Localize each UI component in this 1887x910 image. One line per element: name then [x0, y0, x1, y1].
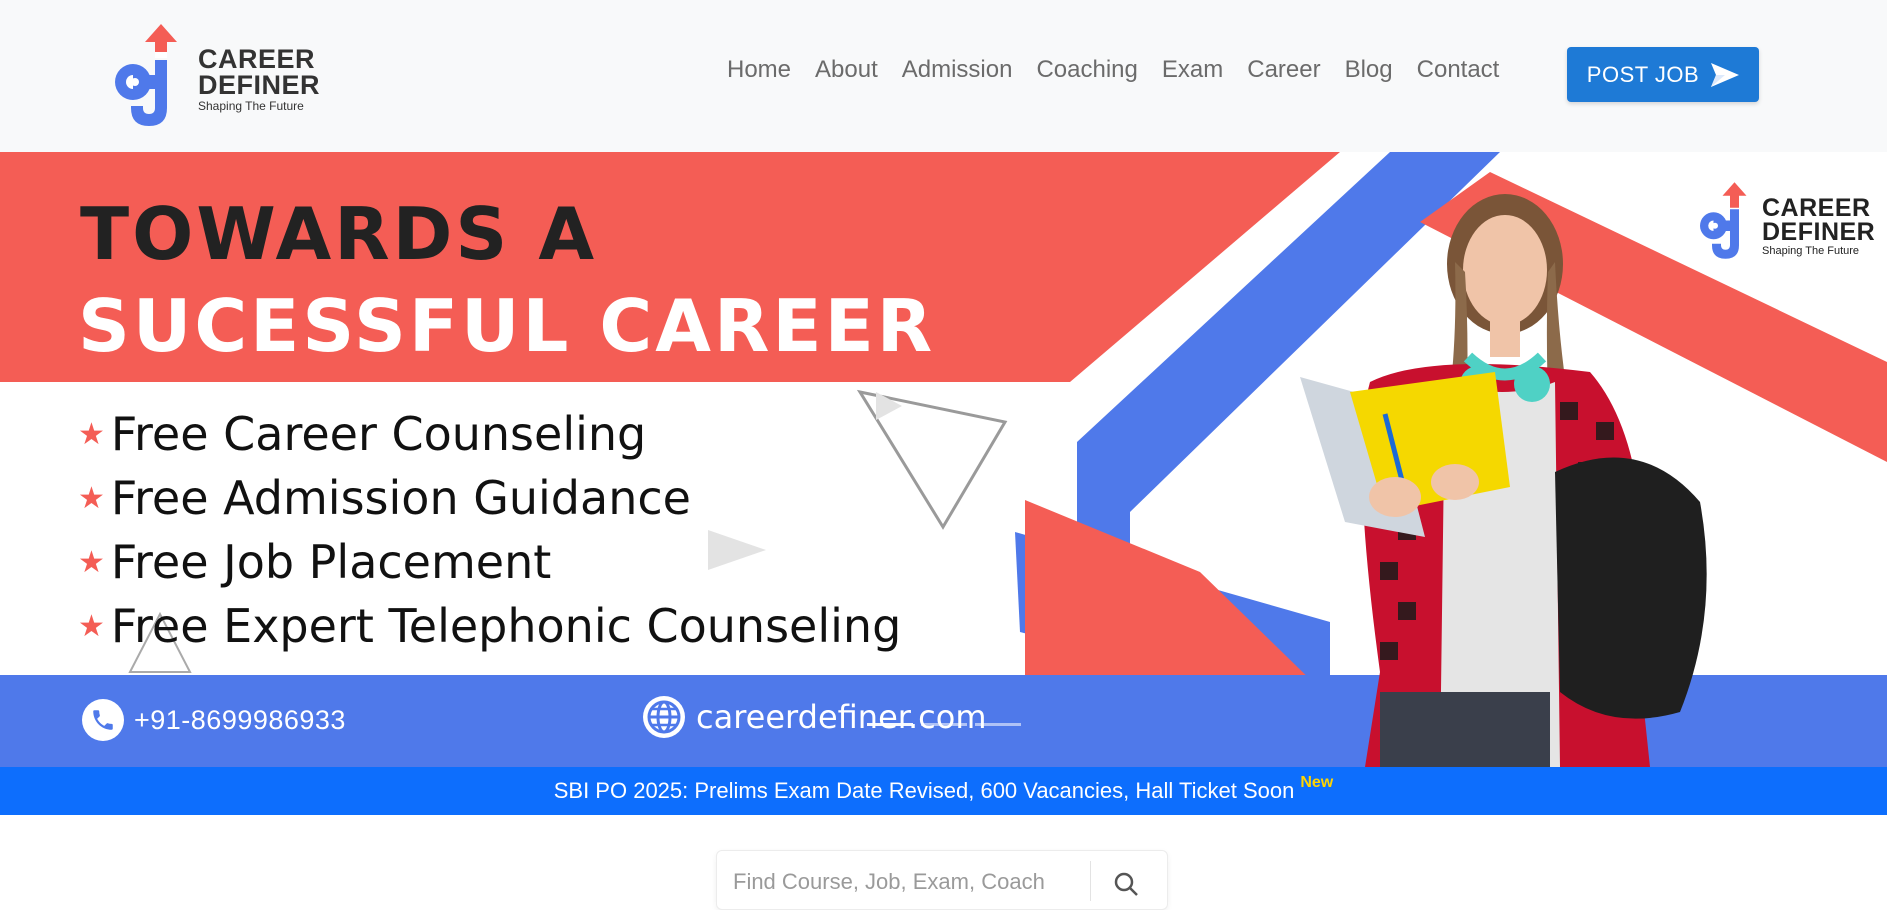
feature-item: ★ Free Career Counseling: [78, 402, 901, 466]
banner-logo-wordmark: CAREER DEFINER Shaping The Future: [1762, 196, 1875, 257]
feature-item: ★ Free Job Placement: [78, 530, 901, 594]
new-badge: New: [1300, 774, 1334, 791]
banner-website: careerdefiner.com: [642, 695, 986, 739]
logo-icon: [115, 24, 177, 126]
nav-home[interactable]: Home: [727, 56, 791, 84]
star-icon: ★: [78, 481, 105, 515]
feature-text: Free Admission Guidance: [110, 471, 691, 525]
post-job-label: POST JOB: [1586, 61, 1700, 87]
banner-headline-line2: SUCESSFUL CAREER: [78, 284, 936, 368]
banner-logo: CAREER DEFINER Shaping The Future: [1700, 172, 1875, 272]
carousel-indicator[interactable]: [920, 723, 967, 726]
nav-coaching[interactable]: Coaching: [1036, 56, 1137, 84]
search-icon[interactable]: [1113, 871, 1139, 897]
feature-text: Free Expert Telephonic Counseling: [110, 599, 902, 653]
send-icon: [1711, 62, 1740, 87]
search-divider: [1090, 861, 1091, 901]
logo-tagline: Shaping The Future: [198, 99, 304, 113]
globe-icon: [643, 696, 685, 738]
nav-career[interactable]: Career: [1247, 56, 1320, 84]
carousel-indicator[interactable]: [974, 723, 1021, 726]
star-icon: ★: [78, 609, 105, 643]
logo-line2: DEFINER: [198, 70, 321, 100]
search-box: [716, 850, 1168, 910]
logo-icon: [1700, 182, 1747, 259]
feature-text: Free Job Placement: [110, 535, 552, 589]
star-icon: ★: [78, 417, 105, 451]
banner-headline-line1: TOWARDS A: [80, 192, 598, 276]
nav-admission[interactable]: Admission: [902, 56, 1013, 84]
hero-banner[interactable]: TOWARDS A SUCESSFUL CAREER ★ Free Career…: [0, 152, 1887, 767]
logo-line1: CAREER: [198, 44, 316, 74]
news-ticker[interactable]: SBI PO 2025: Prelims Exam Date Revised, …: [0, 767, 1887, 815]
carousel-indicator[interactable]: [866, 723, 913, 726]
carousel-indicators: [0, 723, 1887, 726]
main-nav: Home About Admission Coaching Exam Caree…: [727, 56, 1523, 84]
site-header: CAREER DEFINER Shaping The Future Home A…: [0, 0, 1887, 152]
nav-blog[interactable]: Blog: [1345, 56, 1393, 84]
star-icon: ★: [78, 545, 105, 579]
feature-text: Free Career Counseling: [110, 407, 647, 461]
logo-wordmark: CAREER DEFINER Shaping The Future: [198, 44, 321, 113]
nav-exam[interactable]: Exam: [1162, 56, 1223, 84]
nav-contact[interactable]: Contact: [1417, 56, 1500, 84]
banner-phone: +91-8699986933: [82, 699, 346, 741]
post-job-button[interactable]: POST JOB: [1567, 47, 1759, 102]
nav-about[interactable]: About: [815, 56, 878, 84]
banner-logo-tagline: Shaping The Future: [1762, 245, 1860, 257]
search-input[interactable]: [733, 869, 1093, 895]
phone-number: +91-8699986933: [134, 704, 346, 735]
banner-logo-line2: DEFINER: [1762, 218, 1876, 246]
website-url: careerdefiner.com: [696, 698, 987, 736]
phone-icon: [82, 699, 124, 741]
ticker-text[interactable]: SBI PO 2025: Prelims Exam Date Revised, …: [554, 778, 1295, 804]
site-logo[interactable]: CAREER DEFINER Shaping The Future: [115, 22, 325, 132]
feature-item: ★ Free Expert Telephonic Counseling: [78, 594, 901, 658]
feature-item: ★ Free Admission Guidance: [78, 466, 901, 530]
feature-list: ★ Free Career Counseling ★ Free Admissio…: [78, 402, 901, 658]
